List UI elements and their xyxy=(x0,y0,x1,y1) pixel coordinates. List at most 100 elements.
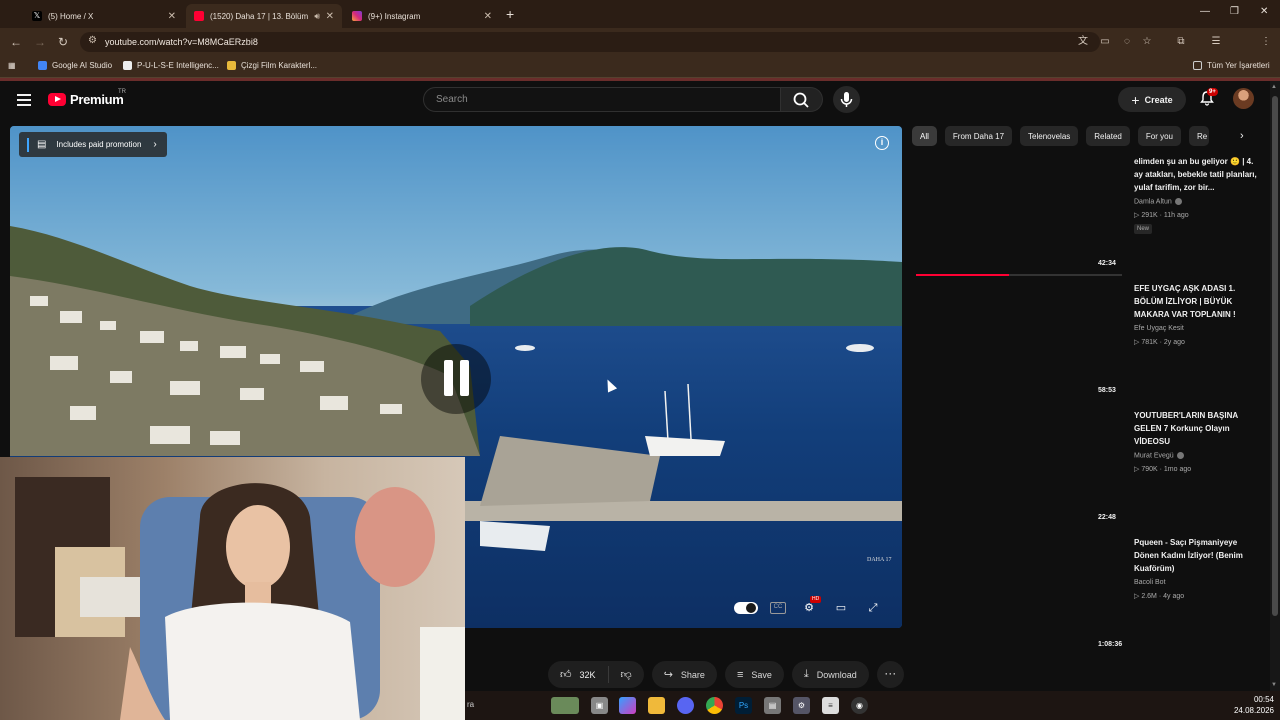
bookmark-star-icon[interactable]: ☆ xyxy=(1141,36,1153,48)
extensions-icon[interactable]: ⧉ xyxy=(1175,36,1187,48)
video-thumbnail[interactable] xyxy=(912,155,1126,275)
youtube-logo[interactable]: Premium TR xyxy=(48,89,126,107)
recommendation-item[interactable]: YOUTUBER'LARIN BAŞINA GELEN 7 Korkunç Ol… xyxy=(912,409,1264,529)
copilot-icon[interactable] xyxy=(619,697,636,714)
settings-icon[interactable]: ⚙ xyxy=(793,697,810,714)
reload-icon[interactable]: ↻ xyxy=(58,35,68,49)
translate-icon[interactable]: 文 xyxy=(1077,36,1089,48)
bookmark-item[interactable]: Çizgi Film Karakterl... xyxy=(227,61,317,70)
all-bookmarks[interactable]: Tüm Yer İşaretleri xyxy=(1193,61,1270,70)
like-count: 32K xyxy=(579,669,596,680)
chip-telenovelas[interactable]: Telenovelas xyxy=(1020,126,1079,146)
bookmark-item[interactable]: P-U-L-S-E Intelligenc... xyxy=(123,61,219,70)
system-clock[interactable]: 00:54 24.08.2026 xyxy=(1234,694,1274,716)
share-button[interactable]: ↪ Share xyxy=(651,661,717,688)
pause-button[interactable] xyxy=(421,344,491,414)
video-thumbnail[interactable] xyxy=(912,536,1126,656)
url-text[interactable]: youtube.com/watch?v=M8MCaERzbi8 xyxy=(105,37,258,47)
chip-from-channel[interactable]: From Daha 17 xyxy=(944,126,1013,146)
create-button[interactable]: + Create xyxy=(1118,87,1186,112)
promo-label: Includes paid promotion xyxy=(56,140,142,149)
eye-off-icon[interactable]: ◌ xyxy=(1121,36,1133,48)
cast-icon[interactable]: ▭ xyxy=(1099,36,1111,48)
scrollbar-thumb[interactable] xyxy=(1272,96,1278,616)
photoshop-icon[interactable]: Ps xyxy=(735,697,752,714)
search-box[interactable] xyxy=(423,87,781,112)
recommendation-item[interactable]: Pqueen - Saçı Pişmaniyeye Dönen Kadını İ… xyxy=(912,536,1264,656)
theater-mode-icon[interactable]: ▭ xyxy=(832,599,850,617)
autoplay-toggle[interactable] xyxy=(734,602,758,614)
youtube-header: Premium TR + Create 9+ xyxy=(0,81,1270,123)
search-button[interactable] xyxy=(781,87,823,112)
maximize-icon[interactable]: ❐ xyxy=(1230,6,1239,17)
subtitles-icon[interactable]: CC xyxy=(770,602,786,614)
new-tab-icon[interactable]: + xyxy=(506,6,514,22)
hd-badge-icon: HD xyxy=(810,596,822,603)
omnibox[interactable]: ⚙ youtube.com/watch?v=M8MCaERzbi8 xyxy=(80,32,1100,52)
taskbar-search-text[interactable]: ra xyxy=(467,700,474,709)
channel-name[interactable]: Bacoli Bot xyxy=(1134,579,1166,586)
obs-icon[interactable]: ◉ xyxy=(851,697,868,714)
close-tab-icon[interactable]: ✕ xyxy=(168,11,176,22)
dislike-button[interactable]: 👎︎ xyxy=(609,668,644,681)
chip-for-you[interactable]: For you xyxy=(1137,126,1181,146)
recommendation-item[interactable]: elimden şu an bu geliyor 🙂 | 4. ay atakl… xyxy=(912,155,1264,276)
task-view-icon[interactable]: ▣ xyxy=(591,697,608,714)
notepad-icon[interactable]: ≡ xyxy=(822,697,839,714)
close-window-icon[interactable]: ✕ xyxy=(1260,6,1268,17)
info-icon[interactable]: i xyxy=(875,136,889,150)
discord-icon[interactable] xyxy=(677,697,694,714)
bookmark-label: Google AI Studio xyxy=(52,61,113,70)
download-button[interactable]: ⤓ Download xyxy=(791,661,869,688)
verified-badge-icon xyxy=(1176,452,1184,459)
channel-name[interactable]: Efe Uygaç Kesit xyxy=(1134,325,1184,332)
video-title[interactable]: YOUTUBER'LARIN BAŞINA GELEN 7 Korkunç Ol… xyxy=(1134,409,1262,448)
tab-x[interactable]: 𝕏 (5) Home / X ✕ xyxy=(24,4,184,28)
reading-list-icon[interactable]: ☰ xyxy=(1210,36,1222,48)
like-button[interactable]: 👍︎ 32K xyxy=(548,666,609,683)
chrome-icon[interactable] xyxy=(706,697,723,714)
tab-instagram[interactable]: (9+) Instagram ✕ xyxy=(344,4,500,28)
video-title[interactable]: elimden şu an bu geliyor 🙂 | 4. ay atakl… xyxy=(1134,155,1262,194)
chip-recent[interactable]: Re xyxy=(1188,126,1210,146)
apps-grid-icon[interactable]: ▦ xyxy=(8,61,16,70)
speaker-icon[interactable]: 🔊︎ xyxy=(314,11,320,22)
page-scrollbar[interactable]: ▲ ▼ xyxy=(1270,81,1280,691)
video-thumbnail[interactable] xyxy=(912,282,1126,402)
weather-widget-icon[interactable] xyxy=(551,697,579,714)
scroll-down-arrow-icon[interactable]: ▼ xyxy=(1271,682,1277,688)
scroll-up-arrow-icon[interactable]: ▲ xyxy=(1271,84,1277,90)
video-thumbnail[interactable] xyxy=(912,409,1126,529)
hamburger-menu-icon[interactable] xyxy=(17,94,31,106)
voice-search-button[interactable] xyxy=(833,86,860,113)
paid-promotion-banner[interactable]: ▤ Includes paid promotion › xyxy=(19,132,167,157)
chip-related[interactable]: Related xyxy=(1086,126,1130,146)
app-icon[interactable]: ▤ xyxy=(764,697,781,714)
channel-name[interactable]: Damla Altun xyxy=(1134,198,1182,205)
video-title[interactable]: Pqueen - Saçı Pişmaniyeye Dönen Kadını İ… xyxy=(1134,536,1262,575)
forward-icon[interactable]: → xyxy=(34,35,46,49)
watch-progress-fill xyxy=(916,274,1009,276)
tab-youtube[interactable]: (1520) Daha 17 | 13. Bölüm 🔊︎ ✕ xyxy=(186,4,342,28)
more-actions-button[interactable]: ··· xyxy=(876,661,904,688)
settings-gear-icon[interactable]: ⚙ HD xyxy=(800,596,822,617)
channel-name[interactable]: Murat Evegü xyxy=(1134,452,1184,459)
close-tab-icon[interactable]: ✕ xyxy=(326,11,334,22)
back-icon[interactable]: ← xyxy=(10,35,22,49)
fullscreen-icon[interactable]: ⤢ xyxy=(864,599,882,617)
bookmark-item[interactable]: Google AI Studio xyxy=(38,61,112,70)
search-input[interactable] xyxy=(424,88,780,111)
video-title[interactable]: EFE UYGAÇ AŞK ADASI 1. BÖLÜM İZLİYOR | B… xyxy=(1134,282,1262,321)
chip-all[interactable]: All xyxy=(912,126,937,146)
site-info-icon[interactable]: ⚙ xyxy=(88,35,97,46)
save-button[interactable]: ≡ Save xyxy=(724,661,784,688)
menu-kebab-icon[interactable]: ⋮ xyxy=(1260,36,1272,48)
close-tab-icon[interactable]: ✕ xyxy=(484,11,492,22)
webcam-overlay xyxy=(0,457,465,720)
file-explorer-icon[interactable] xyxy=(648,697,665,714)
minimize-icon[interactable]: — xyxy=(1200,6,1210,17)
video-duration: 58:53 xyxy=(1098,387,1116,394)
recommendation-item[interactable]: EFE UYGAÇ AŞK ADASI 1. BÖLÜM İZLİYOR | B… xyxy=(912,282,1264,402)
chips-next-chevron-icon[interactable]: › xyxy=(1240,130,1244,142)
account-avatar[interactable] xyxy=(1233,88,1254,109)
